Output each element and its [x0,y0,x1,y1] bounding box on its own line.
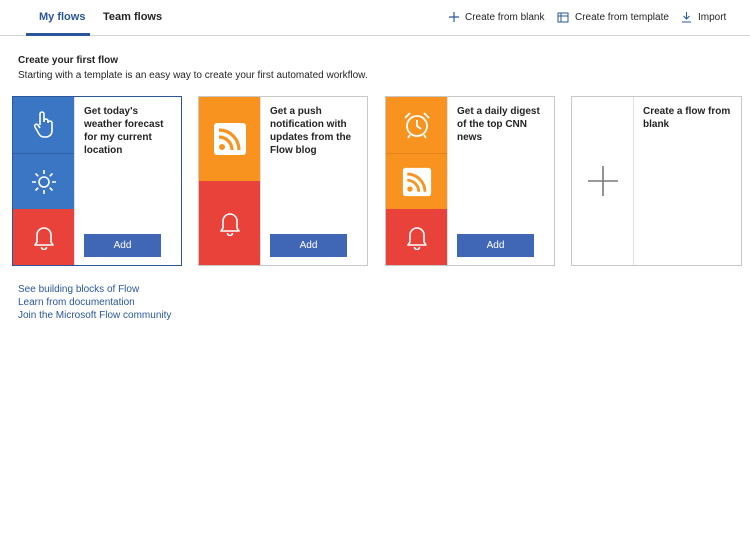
tab-team-flows[interactable]: Team flows [103,11,162,23]
tile-rss [386,153,447,209]
card-title: Get a daily digest of the top CNN news [457,106,540,143]
add-button[interactable]: Add [84,234,161,257]
bell-icon [219,213,240,236]
tile-notification [199,181,260,265]
tile-notification [386,209,447,265]
template-card-blank[interactable]: Create a flow from blank [571,96,742,266]
tile-rss [199,97,260,181]
tab-my-flows[interactable]: My flows [39,11,85,23]
link-documentation[interactable]: Learn from documentation [18,296,171,309]
tile-schedule [386,97,447,153]
add-button[interactable]: Add [457,234,534,257]
tile-sun [13,153,74,209]
rss-icon [213,123,246,155]
template-card-cnn[interactable]: Get a daily digest of the top CNN news A… [385,96,555,266]
card-title: Get today's weather forecast for my curr… [84,106,164,156]
link-community[interactable]: Join the Microsoft Flow community [18,309,171,322]
tile-touch [13,97,74,153]
rss-icon [402,167,431,196]
create-from-template-label: Create from template [575,11,669,23]
tab-active-indicator [26,33,90,36]
bell-icon [406,227,427,250]
plus-icon [449,12,459,22]
bell-icon [33,227,54,250]
import-button[interactable]: Import [681,10,726,24]
top-bar: My flows Team flows Create from blank Cr… [0,0,750,36]
card-divider [74,97,75,265]
card-title: Get a push notification with updates fro… [270,106,352,156]
card-divider [260,97,261,265]
tile-blank [572,97,633,265]
sun-icon [31,169,56,194]
card-divider [633,97,634,265]
import-icon [682,11,691,23]
link-building-blocks[interactable]: See building blocks of Flow [18,283,171,296]
template-card-weather[interactable]: Get today's weather forecast for my curr… [12,96,182,266]
plus-icon [587,166,618,196]
card-title: Create a flow from blank [643,106,731,130]
import-label: Import [698,11,727,23]
add-button[interactable]: Add [270,234,347,257]
touch-icon [33,111,53,138]
template-card-blog[interactable]: Get a push notification with updates fro… [198,96,368,266]
page-title: Create your first flow [18,55,119,66]
card-divider [447,97,448,265]
template-icon [557,12,569,22]
create-from-blank-label: Create from blank [465,11,545,23]
page-subtitle: Starting with a template is an easy way … [18,70,368,81]
create-from-template-button[interactable]: Create from template [557,10,669,24]
alarm-clock-icon [403,112,430,139]
tile-notification [13,209,74,265]
help-links: See building blocks of Flow Learn from d… [18,283,171,322]
create-from-blank-button[interactable]: Create from blank [449,10,544,24]
